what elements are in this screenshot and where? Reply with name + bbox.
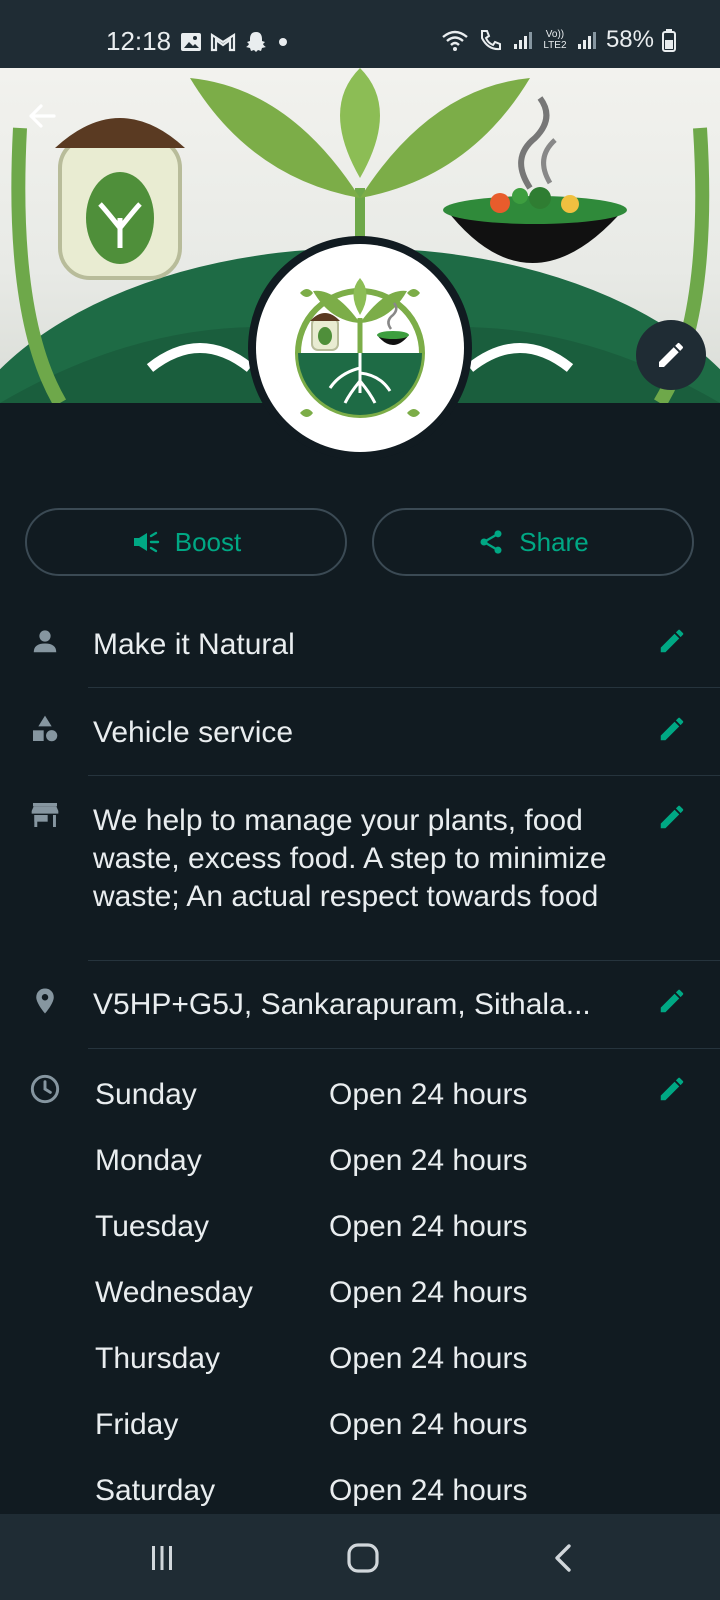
hours-value: Open 24 hours [329,1144,528,1177]
boost-label: Boost [174,526,242,557]
battery-percent: 58% [605,26,654,53]
hours-day: Monday [95,1144,202,1177]
business-address: V5HP+G5J, Sankarapuram, Sithala... [93,988,591,1021]
person-icon [28,624,62,658]
signal-icon-2 [577,32,596,49]
pencil-icon [660,629,684,653]
hours-thursday: Thursday Open 24 hours [95,1342,655,1382]
hours-day: Friday [95,1408,179,1441]
hours-day: Saturday [95,1474,216,1507]
dot-icon [279,38,287,46]
pencil-icon [660,717,684,741]
notification-icons [180,30,290,54]
edit-name-button[interactable] [655,624,689,658]
location-pin-icon [28,984,62,1018]
status-time: 12:18 [106,26,172,56]
hours-value: Open 24 hours [329,1210,528,1243]
category-icon [28,712,62,746]
edit-address-button[interactable] [655,984,689,1018]
pencil-icon [659,342,684,367]
gmail-icon [210,32,236,52]
back-button[interactable] [22,96,62,136]
profile-avatar[interactable] [248,236,472,460]
recents-button[interactable] [140,1536,184,1580]
edit-hours-button[interactable] [655,1072,689,1106]
status-bar: 12:18 Vo)) LTE2 58% [0,0,720,68]
boost-button[interactable]: Boost [25,508,347,576]
snapchat-icon [246,32,266,52]
hours-tuesday: Tuesday Open 24 hours [95,1210,655,1250]
divider [88,687,720,688]
hours-day: Thursday [95,1342,221,1375]
pencil-icon [660,805,684,829]
hours-day: Sunday [95,1078,197,1111]
volte-icon: Vo)) LTE2 [543,29,567,51]
edit-cover-button[interactable] [636,320,706,390]
hours-value: Open 24 hours [329,1342,528,1375]
divider [88,960,720,961]
hours-value: Open 24 hours [329,1276,528,1309]
hours-wednesday: Wednesday Open 24 hours [95,1276,655,1316]
pencil-icon [660,989,684,1013]
system-nav-bar [0,1514,720,1600]
clock-icon [28,1072,62,1106]
system-icons: Vo)) LTE2 58% [440,26,676,54]
description-row[interactable]: We help to manage your plants, food wast… [0,790,720,960]
share-button[interactable]: Share [372,508,694,576]
share-icon [480,530,502,554]
battery-icon [662,29,676,52]
hours-day: Tuesday [95,1210,209,1243]
back-nav-button[interactable] [542,1536,586,1580]
hours-sunday: Sunday Open 24 hours [95,1078,655,1118]
avatar [256,244,464,452]
business-name-row[interactable]: Make it Natural [0,612,720,688]
hours-monday: Monday Open 24 hours [95,1144,655,1184]
hours-saturday: Saturday Open 24 hours [95,1474,655,1514]
address-row[interactable]: V5HP+G5J, Sankarapuram, Sithala... [0,972,720,1048]
signal-icon [513,32,532,49]
wifi-icon [442,30,468,51]
back-icon [555,1544,571,1572]
home-button[interactable] [341,1536,385,1580]
category-row[interactable]: Vehicle service [0,700,720,776]
hours-value: Open 24 hours [329,1408,528,1441]
store-icon [28,798,62,832]
pencil-icon [660,1077,684,1101]
megaphone-icon [133,531,159,553]
recents-icon [152,1546,172,1570]
home-icon [347,1543,379,1573]
divider [88,775,720,776]
hours-value: Open 24 hours [329,1078,528,1111]
business-description: We help to manage your plants, food wast… [93,804,607,913]
brand-logo [295,278,425,418]
hours-day: Wednesday [95,1276,253,1309]
edit-category-button[interactable] [655,712,689,746]
gallery-icon [181,33,201,51]
hours-friday: Friday Open 24 hours [95,1408,655,1448]
arrow-left-icon [29,104,56,128]
call-icon [480,30,501,51]
share-label: Share [519,526,589,557]
business-name: Make it Natural [93,628,295,661]
divider [88,1048,720,1049]
hours-value: Open 24 hours [329,1474,528,1507]
business-category: Vehicle service [93,716,294,749]
edit-description-button[interactable] [655,800,689,834]
